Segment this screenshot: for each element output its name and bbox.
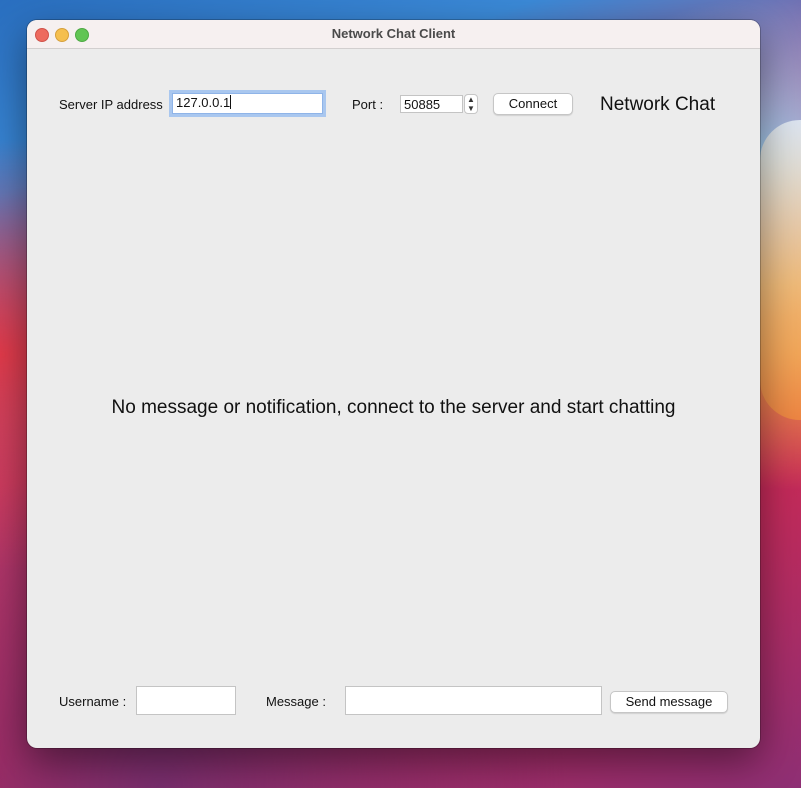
text-caret: [230, 95, 232, 109]
port-value: 50885: [404, 97, 441, 112]
window-title: Network Chat Client: [331, 26, 456, 41]
connect-button[interactable]: Connect: [493, 93, 573, 115]
server-ip-value: 127.0.0.1: [176, 95, 231, 110]
message-field[interactable]: [345, 686, 602, 715]
server-ip-label: Server IP address: [59, 97, 163, 112]
title-bar: Network Chat Client: [27, 20, 760, 49]
port-stepper[interactable]: ▲ ▼: [464, 94, 478, 114]
port-field[interactable]: 50885: [400, 95, 463, 113]
port-label: Port :: [352, 97, 384, 112]
username-label: Username :: [59, 694, 127, 709]
desktop-wallpaper-shape: [760, 120, 801, 420]
app-brand-label: Network Chat: [600, 94, 716, 115]
send-message-button[interactable]: Send message: [610, 691, 728, 713]
server-ip-field[interactable]: 127.0.0.1: [172, 93, 323, 114]
chevron-down-icon[interactable]: ▼: [465, 104, 477, 113]
chat-client-window: Network Chat Client Server IP address 12…: [27, 20, 760, 748]
message-label: Message :: [266, 694, 326, 709]
chevron-up-icon[interactable]: ▲: [465, 95, 477, 104]
empty-chat-message: No message or notification, connect to t…: [111, 397, 676, 418]
username-field[interactable]: [136, 686, 236, 715]
